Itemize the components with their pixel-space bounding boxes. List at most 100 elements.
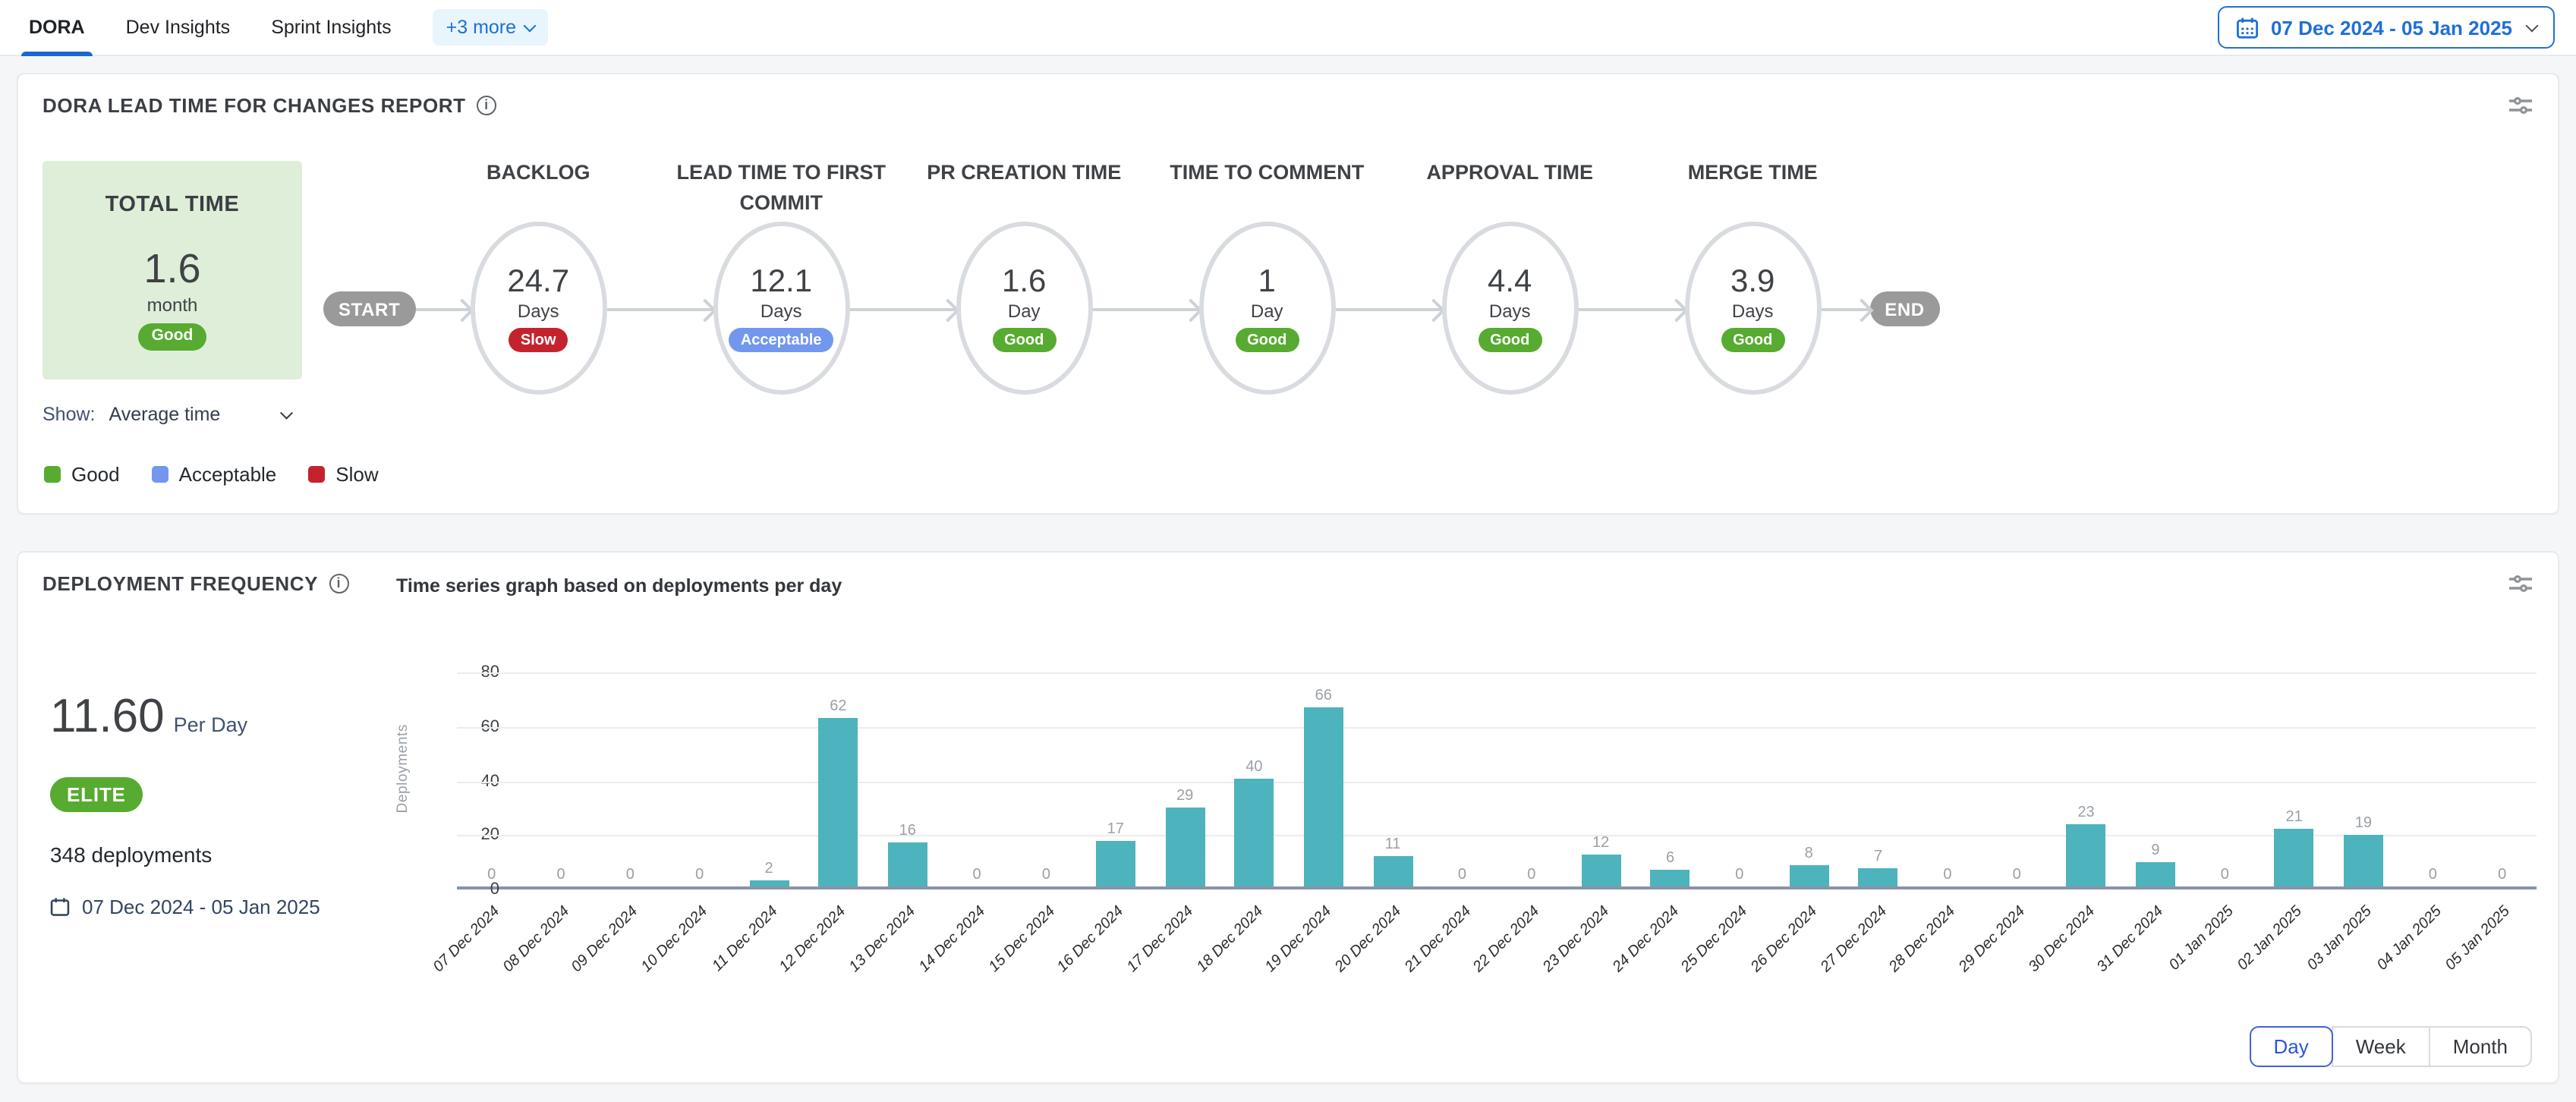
deployment-frequency-card: DEPLOYMENT FREQUENCY i Time series graph… bbox=[17, 551, 2559, 1084]
x-slot: 20 Dec 2024 bbox=[1358, 889, 1427, 1002]
bar-value-label: 17 bbox=[1107, 820, 1124, 837]
filter-settings-icon[interactable] bbox=[2508, 94, 2533, 117]
x-slot: 26 Dec 2024 bbox=[1775, 889, 1844, 1002]
show-label: Show: bbox=[43, 404, 96, 425]
bar-slot: 6 bbox=[1636, 672, 1705, 886]
deployment-bar[interactable] bbox=[1859, 867, 1898, 886]
total-time-value: 1.6 bbox=[143, 246, 200, 293]
deployment-bar[interactable] bbox=[1651, 871, 1690, 886]
deployment-bar[interactable] bbox=[1096, 840, 1135, 886]
deployment-bar[interactable] bbox=[1373, 857, 1412, 886]
bar-value-label: 12 bbox=[1592, 834, 1609, 851]
bar-value-label: 0 bbox=[556, 867, 565, 883]
bar-slot: 0 bbox=[942, 672, 1011, 886]
total-time-box: TOTAL TIME 1.6 month Good bbox=[43, 161, 302, 379]
toggle-week-button[interactable]: Week bbox=[2332, 1026, 2430, 1067]
stage-value: 1.6 bbox=[1002, 264, 1046, 299]
bar-slot: 0 bbox=[1982, 672, 2052, 886]
stage-title: MERGE TIME bbox=[1622, 158, 1883, 188]
more-tabs-button[interactable]: +3 more bbox=[433, 9, 548, 46]
tab-list: DORA Dev Insights Sprint Insights bbox=[29, 0, 433, 55]
stage-circle: 12.1DaysAcceptable bbox=[713, 222, 849, 395]
legend-swatch bbox=[308, 466, 325, 483]
deployment-bar[interactable] bbox=[2136, 862, 2175, 886]
x-slot: 16 Dec 2024 bbox=[1081, 889, 1150, 1002]
total-time-status-badge: Good bbox=[138, 323, 207, 350]
stage-unit: Day bbox=[1251, 301, 1283, 322]
deploy-rate-unit: Per Day bbox=[174, 713, 248, 736]
stage-unit: Days bbox=[518, 301, 559, 322]
x-slot: 05 Jan 2025 bbox=[2467, 889, 2537, 1002]
dora-lead-time-card: DORA LEAD TIME FOR CHANGES REPORT i TOTA… bbox=[17, 73, 2559, 515]
flow-arrow bbox=[849, 308, 956, 311]
legend-item-acceptable: Acceptable bbox=[152, 463, 277, 486]
pipeline-stage-time-to-comment: TIME TO COMMENT1DayGood bbox=[1198, 161, 1335, 395]
chevron-down-icon bbox=[2526, 19, 2539, 32]
stage-title: BACKLOG bbox=[408, 158, 669, 188]
info-icon[interactable]: i bbox=[477, 96, 496, 115]
bar-slot: 40 bbox=[1220, 672, 1289, 886]
stage-circle: 4.4DaysGood bbox=[1441, 222, 1578, 395]
chevron-down-icon bbox=[280, 406, 292, 418]
bar-slot: 8 bbox=[1775, 672, 1844, 886]
bar-value-label: 40 bbox=[1245, 758, 1262, 775]
bar-value-label: 0 bbox=[1943, 867, 1951, 883]
stage-unit: Day bbox=[1008, 301, 1041, 322]
x-slot: 18 Dec 2024 bbox=[1220, 889, 1289, 1002]
bar-slot: 0 bbox=[596, 672, 665, 886]
stage-circle: 1DayGood bbox=[1198, 222, 1335, 395]
date-range-picker[interactable]: 07 Dec 2024 - 05 Jan 2025 bbox=[2218, 6, 2555, 49]
calendar-icon bbox=[50, 897, 70, 917]
stage-title: PR CREATION TIME bbox=[893, 158, 1154, 188]
bar-slot: 23 bbox=[2052, 672, 2121, 886]
deployment-bar[interactable] bbox=[1165, 808, 1205, 886]
stage-value: 1 bbox=[1258, 264, 1276, 299]
bar-slot: 66 bbox=[1289, 672, 1358, 886]
bar-slot: 0 bbox=[2190, 672, 2260, 886]
bar-value-label: 0 bbox=[2013, 867, 2021, 883]
x-slot: 30 Dec 2024 bbox=[2052, 889, 2121, 1002]
stage-unit: Days bbox=[1732, 301, 1774, 322]
bar-value-label: 8 bbox=[1805, 845, 1813, 861]
show-dropdown[interactable]: Show: Average time bbox=[43, 404, 302, 425]
bar-value-label: 11 bbox=[1385, 837, 1401, 854]
legend-swatch bbox=[152, 466, 168, 483]
bar-value-label: 2 bbox=[764, 861, 773, 878]
chart-title: Time series graph based on deployments p… bbox=[396, 575, 842, 597]
deployment-bar[interactable] bbox=[818, 718, 858, 886]
pipeline: STARTBACKLOG24.7DaysSlowLEAD TIME TO FIR… bbox=[323, 161, 1940, 425]
deployment-bar[interactable] bbox=[2275, 830, 2314, 886]
x-slot: 17 Dec 2024 bbox=[1150, 889, 1219, 1002]
deployment-bar[interactable] bbox=[1789, 864, 1828, 886]
legend-item-good: Good bbox=[44, 463, 120, 486]
stage-unit: Days bbox=[761, 301, 802, 322]
tab-sprint-insights[interactable]: Sprint Insights bbox=[271, 0, 391, 55]
deployment-bar[interactable] bbox=[1234, 778, 1274, 886]
stage-circle: 1.6DayGood bbox=[956, 222, 1092, 395]
flow-arrow bbox=[1335, 308, 1441, 311]
deployment-bar[interactable] bbox=[1581, 854, 1620, 886]
bar-value-label: 29 bbox=[1176, 788, 1193, 804]
deployment-bar[interactable] bbox=[888, 843, 927, 886]
plot-area: 020406080 000026216001729406611001260870… bbox=[457, 672, 2537, 889]
tab-dora[interactable]: DORA bbox=[29, 0, 85, 55]
deployment-bar[interactable] bbox=[2067, 824, 2106, 886]
deployment-bar[interactable] bbox=[1304, 707, 1343, 886]
tab-dev-insights[interactable]: Dev Insights bbox=[126, 0, 231, 55]
calendar-icon bbox=[2236, 16, 2259, 39]
granularity-toggle: DayWeekMonth bbox=[2249, 1026, 2532, 1067]
filter-settings-icon[interactable] bbox=[2508, 572, 2533, 595]
x-slot: 22 Dec 2024 bbox=[1497, 889, 1566, 1002]
x-slot: 12 Dec 2024 bbox=[804, 889, 873, 1002]
bar-value-label: 0 bbox=[1527, 867, 1535, 883]
bar-value-label: 0 bbox=[973, 867, 981, 883]
stage-value: 4.4 bbox=[1488, 264, 1532, 299]
total-time-label: TOTAL TIME bbox=[105, 193, 240, 217]
toggle-month-button[interactable]: Month bbox=[2429, 1026, 2532, 1067]
deployment-bar[interactable] bbox=[2344, 835, 2383, 886]
x-slot: 24 Dec 2024 bbox=[1636, 889, 1705, 1002]
bar-slot: 0 bbox=[1428, 672, 1497, 886]
deployment-bar[interactable] bbox=[749, 881, 789, 886]
toggle-day-button[interactable]: Day bbox=[2249, 1026, 2332, 1067]
info-icon[interactable]: i bbox=[329, 574, 348, 594]
